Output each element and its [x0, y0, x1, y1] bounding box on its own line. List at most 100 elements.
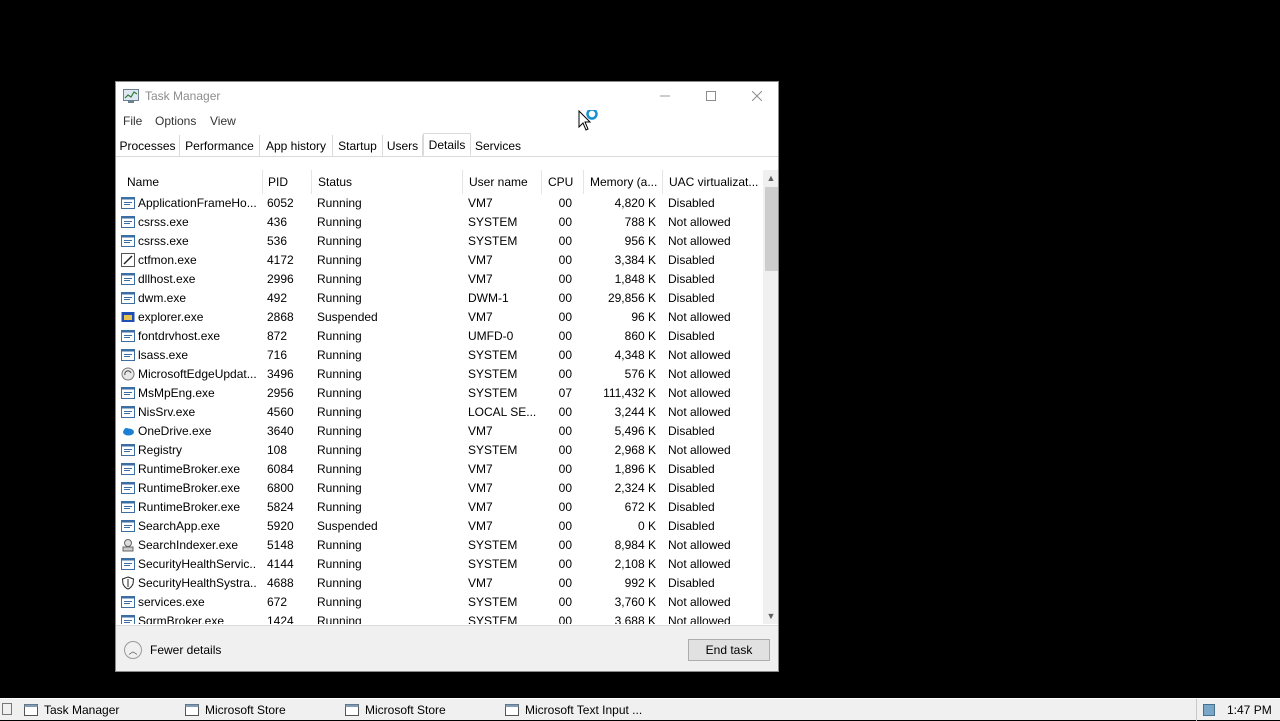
table-row[interactable]: explorer.exe 2868 Suspended VM7 00 96 K Not al… [116, 308, 764, 327]
chevron-up-icon: ︿ [124, 641, 142, 659]
tab-users[interactable]: Users [383, 135, 423, 157]
table-row[interactable]: Registry 108 Running SYSTEM 00 2,968 K Not all… [116, 441, 764, 460]
table-row[interactable]: SearchIndexer.exe 5148 Running SYSTEM 00 8,98… [116, 536, 764, 555]
table-row[interactable]: csrss.exe 436 Running SYSTEM 00 788 K Not allo… [116, 213, 764, 232]
window-app-icon [121, 481, 135, 495]
process-status: Running [317, 215, 362, 229]
pen-icon [121, 253, 135, 267]
process-memory: 3,244 K [614, 405, 656, 419]
title-bar[interactable]: Task Manager [116, 82, 778, 110]
process-uac-virtualization: Not allowed [668, 310, 731, 324]
table-row[interactable]: SgrmBroker.exe 1424 Running SYSTEM 00 3,688 K… [116, 612, 764, 624]
taskbar-item[interactable]: Microsoft Store [185, 699, 286, 721]
process-cpu: 00 [558, 196, 572, 210]
table-row[interactable]: csrss.exe 536 Running SYSTEM 00 956 K Not allo… [116, 232, 764, 251]
table-row[interactable]: dwm.exe 492 Running DWM-1 00 29,856 K Disabled [116, 289, 764, 308]
table-row[interactable]: SearchApp.exe 5920 Suspended VM7 00 0 K Disabl… [116, 517, 764, 536]
table-body: ApplicationFrameHo... 6052 Running VM7 00 4,8… [116, 194, 764, 624]
table-row[interactable]: lsass.exe 716 Running SYSTEM 00 4,348 K Not al… [116, 346, 764, 365]
process-user-name: VM7 [468, 576, 493, 590]
process-uac-virtualization: Not allowed [668, 405, 731, 419]
column-header-memory[interactable]: Memory (a... [584, 170, 663, 194]
table-row[interactable]: ctfmon.exe 4172 Running VM7 00 3,384 K Disable… [116, 251, 764, 270]
column-header-name[interactable]: ^ Name [121, 170, 263, 194]
maximize-button[interactable] [688, 82, 734, 110]
process-uac-virtualization: Disabled [668, 462, 715, 476]
process-memory: 96 K [631, 310, 656, 324]
process-cpu: 00 [558, 424, 572, 438]
taskbar-item[interactable]: Task Manager [24, 699, 119, 721]
scroll-down-icon[interactable]: ▼ [763, 608, 778, 624]
menu-file[interactable]: File [123, 114, 142, 128]
process-uac-virtualization: Not allowed [668, 367, 731, 381]
taskbar-item[interactable]: Microsoft Text Input ... [505, 699, 642, 721]
table-row[interactable]: RuntimeBroker.exe 5824 Running VM7 00 672 K Di… [116, 498, 764, 517]
process-memory: 2,324 K [614, 481, 656, 495]
vertical-scrollbar[interactable]: ▲ ▼ [763, 170, 778, 624]
show-desktop-icon[interactable] [2, 703, 12, 715]
process-cpu: 00 [558, 272, 572, 286]
scroll-up-icon[interactable]: ▲ [763, 170, 778, 186]
process-pid: 4560 [267, 405, 294, 419]
window-app-icon [121, 595, 135, 609]
taskbar-item[interactable]: Microsoft Store [345, 699, 446, 721]
column-header-cpu[interactable]: CPU [542, 170, 584, 194]
fewer-details-button[interactable]: ︿ Fewer details [124, 641, 221, 659]
process-cpu: 00 [558, 576, 572, 590]
column-header-status[interactable]: Status [312, 170, 463, 194]
clock[interactable]: 1:47 PM [1227, 703, 1272, 717]
table-row[interactable]: services.exe 672 Running SYSTEM 00 3,760 K Not… [116, 593, 764, 612]
minimize-button[interactable] [642, 82, 688, 110]
tab-processes[interactable]: Processes [116, 135, 180, 157]
column-header-uac-virtualization[interactable]: UAC virtualizat... [663, 170, 763, 194]
tab-performance[interactable]: Performance [180, 135, 260, 157]
table-row[interactable]: RuntimeBroker.exe 6084 Running VM7 00 1,896 K… [116, 460, 764, 479]
scrollbar-thumb[interactable] [765, 187, 778, 271]
process-memory: 3,688 K [614, 614, 656, 624]
process-cpu: 00 [558, 310, 572, 324]
window-icon [345, 704, 359, 716]
window-icon [185, 704, 199, 716]
table-row[interactable]: dllhost.exe 2996 Running VM7 00 1,848 K Disabl… [116, 270, 764, 289]
table-row[interactable]: fontdrvhost.exe 872 Running UMFD-0 00 860 K Di… [116, 327, 764, 346]
process-user-name: UMFD-0 [468, 329, 514, 343]
process-pid: 5148 [267, 538, 294, 552]
table-row[interactable]: OneDrive.exe 3640 Running VM7 00 5,496 K Disab… [116, 422, 764, 441]
table-row[interactable]: SecurityHealthSystra... 4688 Running VM7 00 9… [116, 574, 764, 593]
table-row[interactable]: ApplicationFrameHo... 6052 Running VM7 00 4,8… [116, 194, 764, 213]
minimize-icon [660, 95, 670, 97]
tab-app-history[interactable]: App history [260, 135, 333, 157]
close-button[interactable] [734, 82, 780, 110]
notification-icon[interactable] [1203, 704, 1215, 716]
process-memory: 8,984 K [614, 538, 656, 552]
table-row[interactable]: MicrosoftEdgeUpdat... 3496 Running SYSTEM 00… [116, 365, 764, 384]
tab-details[interactable]: Details [423, 133, 471, 156]
process-status: Running [317, 405, 362, 419]
process-user-name: VM7 [468, 310, 493, 324]
window-icon [505, 704, 519, 716]
end-task-button[interactable]: End task [688, 639, 770, 661]
process-memory: 5,496 K [614, 424, 656, 438]
column-header-user-name[interactable]: User name [463, 170, 542, 194]
process-user-name: DWM-1 [468, 291, 509, 305]
process-pid: 2996 [267, 272, 294, 286]
table-row[interactable]: NisSrv.exe 4560 Running LOCAL SE... 00 3,244 … [116, 403, 764, 422]
menu-view[interactable]: View [210, 114, 236, 128]
process-uac-virtualization: Not allowed [668, 614, 731, 624]
process-uac-virtualization: Not allowed [668, 386, 731, 400]
process-pid: 872 [267, 329, 288, 343]
process-user-name: SYSTEM [468, 614, 518, 624]
table-row[interactable]: SecurityHealthServic... 4144 Running SYSTEM… [116, 555, 764, 574]
taskbar-item-label: Microsoft Store [365, 703, 446, 717]
process-uac-virtualization: Disabled [668, 253, 715, 267]
table-row[interactable]: MsMpEng.exe 2956 Running SYSTEM 07 111,432 K N… [116, 384, 764, 403]
menu-options[interactable]: Options [155, 114, 196, 128]
process-pid: 3496 [267, 367, 294, 381]
column-header-pid[interactable]: PID [262, 170, 312, 194]
tab-services[interactable]: Services [471, 135, 525, 157]
process-name: MicrosoftEdgeUpdat... [138, 367, 256, 381]
tab-startup[interactable]: Startup [333, 135, 383, 157]
process-uac-virtualization: Disabled [668, 481, 715, 495]
close-icon [752, 91, 762, 101]
table-row[interactable]: RuntimeBroker.exe 6800 Running VM7 00 2,324 K… [116, 479, 764, 498]
